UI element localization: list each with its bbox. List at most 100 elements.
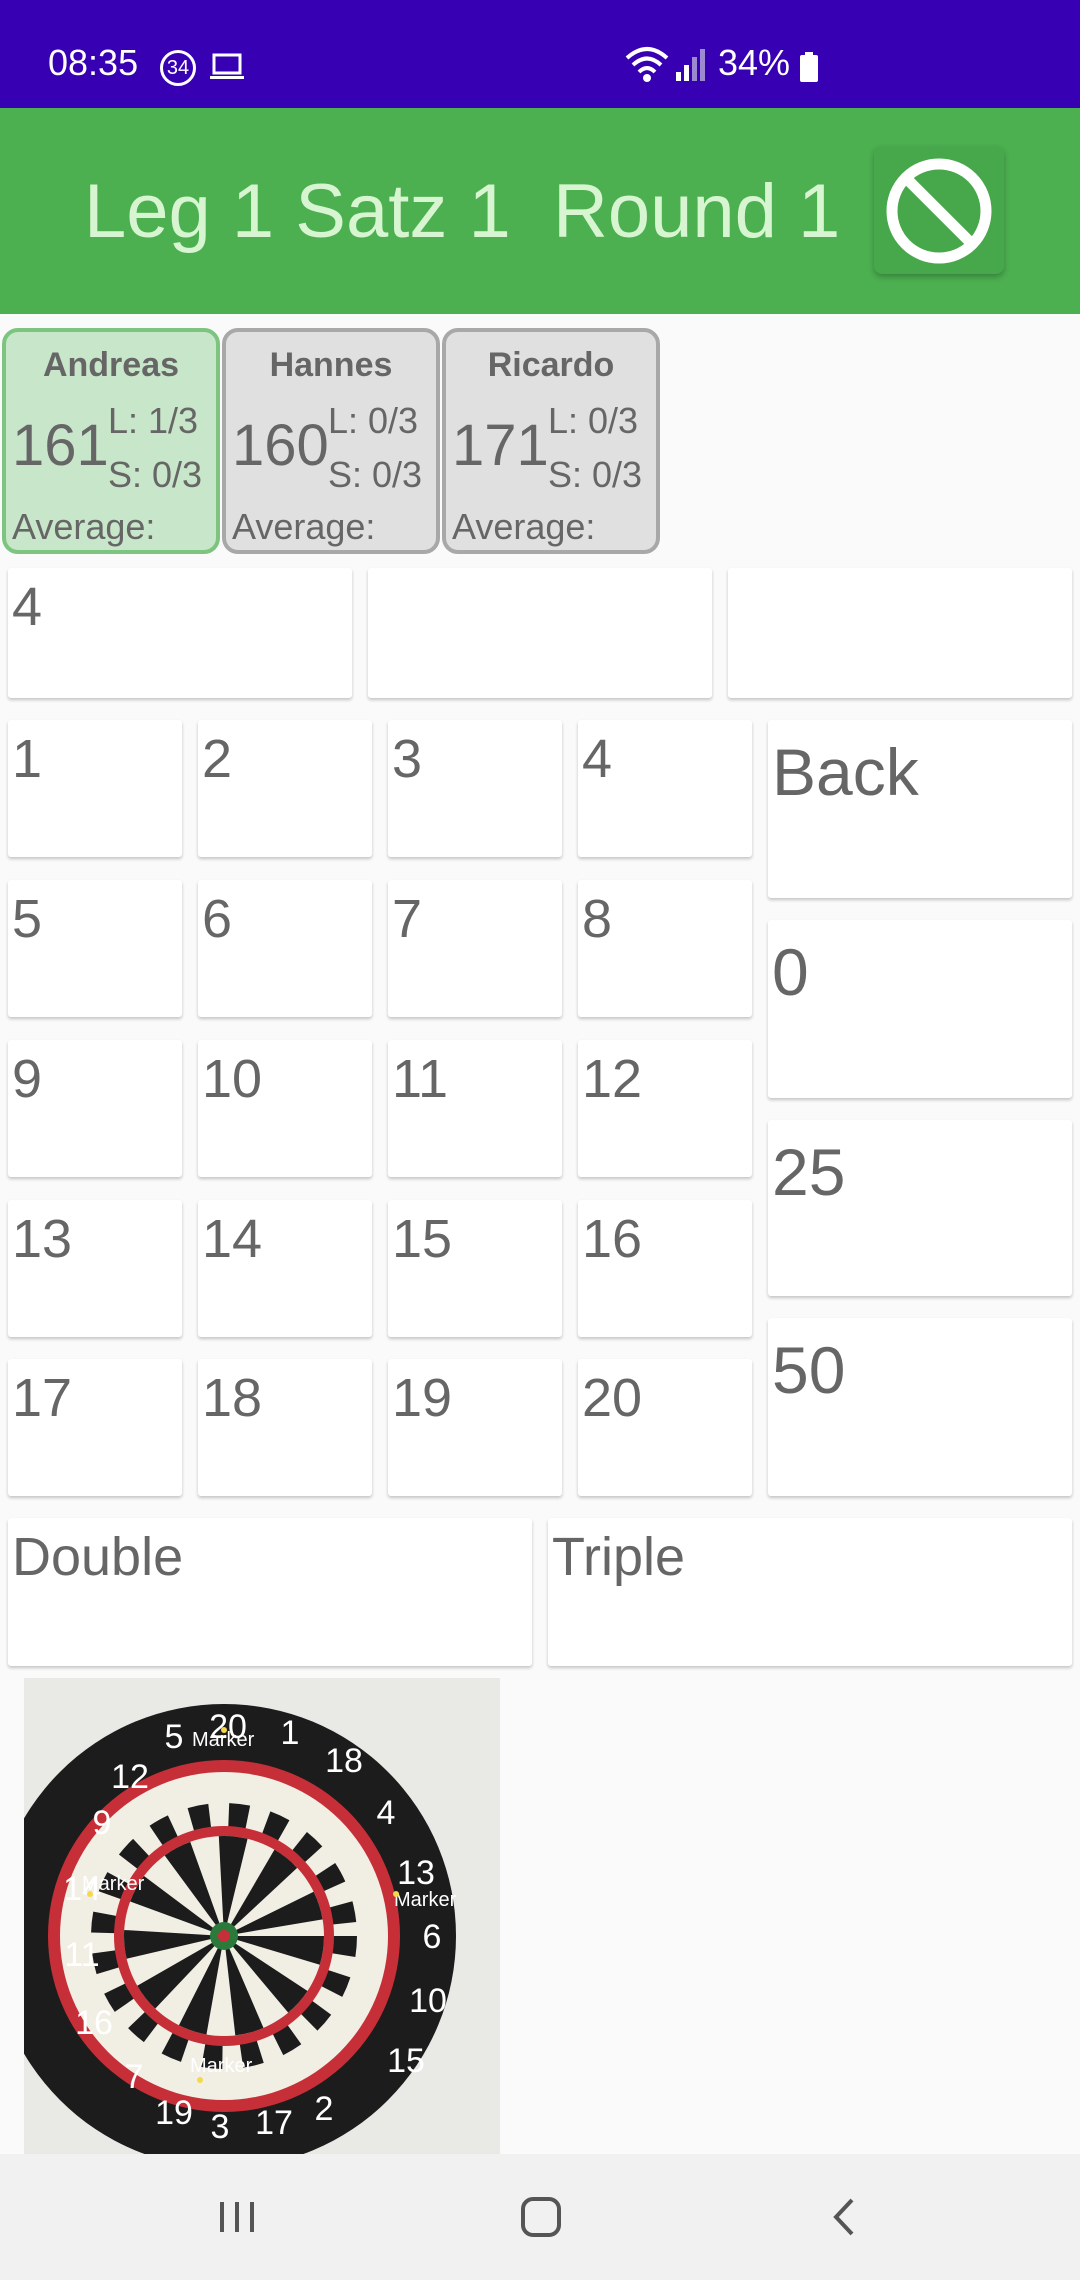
player-card-hannes[interactable]: Hannes 160 L: 0/3 S: 0/3 Average: [222,328,440,554]
player-legs: L: 1/3 [108,400,199,441]
key-label: 16 [582,1209,643,1269]
player-score: 161 [12,413,109,478]
player-card-andreas[interactable]: Andreas 161 L: 1/3 S: 0/3 Average: [2,328,220,554]
laptop-icon [210,53,244,79]
key-label: 13 [12,1209,73,1269]
svg-text:17: 17 [255,2104,293,2142]
key-6[interactable]: 6 [198,880,372,1017]
svg-text:9: 9 [93,1804,112,1842]
key-25[interactable]: 25 [768,1120,1072,1296]
key-label: Back [772,735,919,809]
key-label: Triple [552,1527,686,1587]
player-sets: S: 0/3 [108,454,203,495]
player-sets: S: 0/3 [328,454,423,495]
svg-text:12: 12 [111,1758,149,1796]
key-14[interactable]: 14 [198,1200,372,1337]
svg-text:3: 3 [211,2108,230,2146]
key-16[interactable]: 16 [578,1200,752,1337]
key-7[interactable]: 7 [388,880,562,1017]
home-icon[interactable] [518,2194,564,2240]
key-1[interactable]: 1 [8,720,182,857]
screen: 08:35 34 34% Leg 1 Satz 1 Round 1 Andrea… [0,0,1080,2280]
player-legs: L: 0/3 [328,400,419,441]
key-label: 25 [772,1135,846,1209]
player-score: 160 [232,413,329,478]
key-5[interactable]: 5 [8,880,182,1017]
throw-slot-3[interactable] [728,568,1072,698]
battery-icon [800,52,818,82]
key-19[interactable]: 19 [388,1359,562,1496]
svg-text:5: 5 [165,1718,184,1756]
svg-text:15: 15 [387,2042,425,2080]
marker-label: Marker [190,2055,253,2077]
key-50[interactable]: 50 [768,1318,1072,1496]
svg-text:7: 7 [125,2058,144,2096]
key-17[interactable]: 17 [8,1359,182,1496]
player-name: Andreas [42,346,180,384]
key-10[interactable]: 10 [198,1040,372,1177]
key-2[interactable]: 2 [198,720,372,857]
player-name: Hannes [269,346,393,384]
svg-text:11: 11 [64,1936,99,1974]
notification-count-badge: 34 [160,50,196,86]
key-label: 17 [12,1368,73,1428]
key-11[interactable]: 11 [388,1040,562,1177]
player-legs: L: 0/3 [548,400,639,441]
key-label: 4 [582,729,613,789]
system-navigation-bar [0,2154,1080,2280]
player-score: 171 [452,413,549,478]
key-12[interactable]: 12 [578,1040,752,1177]
key-label: 3 [392,729,423,789]
svg-text:2: 2 [315,2090,334,2128]
key-4[interactable]: 4 [578,720,752,857]
key-label: 20 [582,1368,643,1428]
key-3[interactable]: 3 [388,720,562,857]
key-label: 9 [12,1049,43,1109]
key-label: 1 [12,729,43,789]
cancel-game-button[interactable] [874,146,1004,274]
player-average: Average: [12,506,156,547]
svg-text:19: 19 [155,2094,193,2132]
key-label: 15 [392,1209,453,1269]
key-13[interactable]: 13 [8,1200,182,1337]
key-20[interactable]: 20 [578,1359,752,1496]
player-sets: S: 0/3 [548,454,643,495]
key-15[interactable]: 15 [388,1200,562,1337]
cancel-icon [886,158,992,264]
key-label: 11 [392,1049,449,1109]
player-card-ricardo[interactable]: Ricardo 171 L: 0/3 S: 0/3 Average: [442,328,660,554]
svg-text:10: 10 [409,1982,447,2020]
throw-slot-2[interactable] [368,568,712,698]
wifi-icon [625,47,669,82]
key-label: 6 [202,889,233,949]
key-0[interactable]: 0 [768,920,1072,1098]
throw-value: 4 [12,577,43,637]
dartboard-drawing: 20 1 18 4 13 6 10 15 2 17 3 19 7 16 11 1… [24,1678,500,2154]
key-label: 19 [392,1368,453,1428]
back-button[interactable]: Back [768,720,1072,898]
double-button[interactable]: Double [8,1518,532,1666]
key-8[interactable]: 8 [578,880,752,1017]
key-label: 14 [202,1209,263,1269]
app-bar: Leg 1 Satz 1 Round 1 [0,108,1080,314]
key-label: 2 [202,729,233,789]
svg-text:13: 13 [397,1854,435,1892]
svg-text:1: 1 [281,1714,300,1752]
throw-slot-1[interactable]: 4 [8,568,352,698]
dartboard-image[interactable]: 20 1 18 4 13 6 10 15 2 17 3 19 7 16 11 1… [24,1678,500,2154]
svg-text:16: 16 [75,2004,113,2042]
triple-button[interactable]: Triple [548,1518,1072,1666]
player-average: Average: [452,506,596,547]
key-9[interactable]: 9 [8,1040,182,1177]
back-icon[interactable] [822,2194,868,2240]
key-label: 18 [202,1368,263,1428]
key-label: 12 [582,1049,643,1109]
key-label: 5 [12,889,43,949]
game-title: Leg 1 Satz 1 Round 1 [84,169,841,254]
svg-text:6: 6 [423,1918,442,1956]
battery-percent: 34% [718,42,791,83]
key-label: Double [12,1527,184,1587]
marker-label: Marker [394,1889,457,1911]
recent-apps-icon[interactable] [214,2194,260,2240]
key-18[interactable]: 18 [198,1359,372,1496]
